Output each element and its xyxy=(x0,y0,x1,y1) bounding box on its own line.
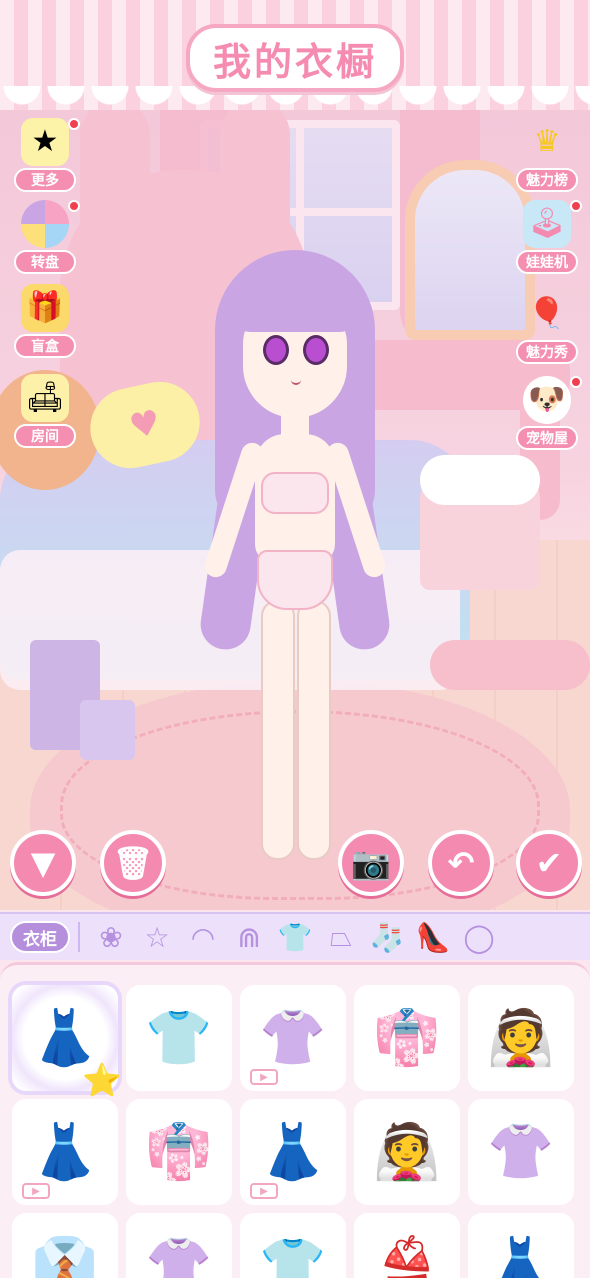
title-plaque: 我的衣橱 xyxy=(186,24,404,92)
outfit-icon: 👗 xyxy=(487,1234,555,1278)
bedroom-scene: ♥ xyxy=(0,110,590,910)
charm-ranking-button[interactable]: ♛ 魅力榜 xyxy=(512,118,582,192)
outfit-icon: 👰 xyxy=(487,1006,555,1069)
clothing-item[interactable]: 👚 ▶ xyxy=(240,985,346,1091)
leg-left xyxy=(261,600,295,860)
roulette-wheel-icon xyxy=(21,200,69,248)
undo-icon: ↶ xyxy=(447,844,475,882)
outfit-icon: 👘 xyxy=(373,1006,441,1069)
outfit-icon: 👙 xyxy=(373,1234,441,1278)
items-panel: 👗 ⭐ 👕 👚 ▶ 👘 👰 👗 ▶ 👘 👗 ▶ 👰 👚 👔 👚 👕 👙 👗 xyxy=(0,962,590,1278)
more-category-icon[interactable]: ◯ xyxy=(456,917,502,957)
outfit-icon: 👕 xyxy=(259,1234,327,1278)
check-icon: ✔ xyxy=(535,844,563,882)
outfit-icon: 👚 xyxy=(487,1120,555,1183)
claw-machine-button[interactable]: 🕹 娃娃机 xyxy=(512,200,582,274)
side-label: 盲盒 xyxy=(14,334,76,358)
outfit-icon: 👔 xyxy=(31,1234,99,1278)
stool-cushion xyxy=(420,455,540,505)
outfit-icon: 👕 xyxy=(145,1006,213,1069)
triangle-down-icon: ▼ xyxy=(30,844,56,882)
sofa-lamp-icon: 🛋 xyxy=(21,374,69,422)
clothing-item[interactable]: 👗 ▶ xyxy=(240,1099,346,1205)
notebook-star-icon: ★ xyxy=(21,118,69,166)
cloud-mat xyxy=(430,640,590,690)
confirm-button[interactable]: ✔ xyxy=(516,830,582,896)
clothing-item[interactable]: 👙 xyxy=(354,1213,460,1278)
delete-button[interactable]: 🗑 xyxy=(100,830,166,896)
outfit-icon: 👰 xyxy=(373,1120,441,1183)
clothing-item[interactable]: 👘 xyxy=(354,985,460,1091)
short-hair-icon[interactable]: ◠ xyxy=(180,917,226,957)
camera-button[interactable]: 📷 xyxy=(338,830,404,896)
pet-house-button[interactable]: 🐶 宠物屋 xyxy=(512,376,582,450)
eye-left xyxy=(263,335,289,365)
heel-shoe-icon[interactable]: 👠 xyxy=(410,917,456,957)
divider xyxy=(78,922,80,952)
clothing-item[interactable]: 👚 xyxy=(468,1099,574,1205)
doll-character[interactable] xyxy=(175,250,415,870)
camera-icon: 📷 xyxy=(351,844,391,882)
clothing-item[interactable]: 👗 xyxy=(468,1213,574,1278)
crown-icon: ♛ xyxy=(533,124,561,159)
roulette-button[interactable]: 转盘 xyxy=(10,200,80,274)
hide-panel-button[interactable]: ▼ xyxy=(10,830,76,896)
blind-box-button[interactable]: 🎁 盲盒 xyxy=(10,284,80,358)
trash-icon: 🗑 xyxy=(112,844,154,882)
long-hair-icon[interactable]: ⋒ xyxy=(226,917,272,957)
outfit-icon: 👚 xyxy=(259,1006,327,1069)
header-banner: 我的衣橱 xyxy=(0,0,590,126)
skirt-icon[interactable]: ⏢ xyxy=(318,917,364,957)
clothing-item[interactable]: 👕 xyxy=(240,1213,346,1278)
notification-dot xyxy=(68,200,80,212)
notification-dot xyxy=(68,118,80,130)
outfit-icon: 👘 xyxy=(145,1120,213,1183)
notification-dot xyxy=(570,376,582,388)
top-icon[interactable]: 👕 xyxy=(272,917,318,957)
clothing-item[interactable]: 👕 xyxy=(126,985,232,1091)
underwear-top xyxy=(261,472,329,514)
clothing-item[interactable]: 👚 xyxy=(126,1213,232,1278)
magic-wand-icon: ⭐ xyxy=(82,1061,122,1099)
wardrobe-tab[interactable]: 衣柜 xyxy=(10,921,70,953)
side-label: 娃娃机 xyxy=(516,250,578,274)
clothing-grid: 👗 ⭐ 👕 👚 ▶ 👘 👰 👗 ▶ 👘 👗 ▶ 👰 👚 👔 👚 👕 👙 👗 xyxy=(12,985,574,1278)
leg-right xyxy=(297,600,331,860)
clothing-item[interactable]: 👗 ▶ xyxy=(12,1099,118,1205)
clothing-item[interactable]: 👘 xyxy=(126,1099,232,1205)
side-label: 魅力秀 xyxy=(516,340,578,364)
puppy-icon: 🐶 xyxy=(523,376,571,424)
room-button[interactable]: 🛋 房间 xyxy=(10,374,80,448)
side-label: 房间 xyxy=(14,424,76,448)
clothing-item[interactable]: 👰 xyxy=(468,985,574,1091)
more-button[interactable]: ★ 更多 xyxy=(10,118,80,192)
charm-show-button[interactable]: 🎈 魅力秀 xyxy=(512,290,582,364)
gift-box-icon: 🎁 xyxy=(21,284,69,332)
clothing-item[interactable]: 👗 ⭐ xyxy=(12,985,122,1099)
balloons-icon: 🎈 xyxy=(528,296,566,331)
undo-button[interactable]: ↶ xyxy=(428,830,494,896)
star-icon[interactable]: ☆ xyxy=(134,917,180,957)
category-bar: 衣柜 ❀ ☆ ◠ ⋒ 👕 ⏢ 🧦 👠 ◯ xyxy=(0,912,590,960)
outfit-icon: 👗 xyxy=(259,1120,327,1183)
outfit-icon: 👗 xyxy=(31,1120,99,1183)
side-label: 宠物屋 xyxy=(516,426,578,450)
paw-icon[interactable]: ❀ xyxy=(88,917,134,957)
clothing-item[interactable]: 👔 xyxy=(12,1213,118,1278)
gift-box xyxy=(80,700,135,760)
outfit-icon: 👚 xyxy=(145,1234,213,1278)
notification-dot xyxy=(570,200,582,212)
underwear-bottom xyxy=(257,550,333,610)
video-ad-icon: ▶ xyxy=(250,1069,278,1085)
side-label: 转盘 xyxy=(14,250,76,274)
video-ad-icon: ▶ xyxy=(22,1183,50,1199)
eye-right xyxy=(303,335,329,365)
side-label: 魅力榜 xyxy=(516,168,578,192)
video-ad-icon: ▶ xyxy=(250,1183,278,1199)
page-title: 我的衣橱 xyxy=(212,39,377,84)
claw-machine-icon: 🕹 xyxy=(523,200,571,248)
socks-icon[interactable]: 🧦 xyxy=(364,917,410,957)
side-label: 更多 xyxy=(14,168,76,192)
clothing-item[interactable]: 👰 xyxy=(354,1099,460,1205)
